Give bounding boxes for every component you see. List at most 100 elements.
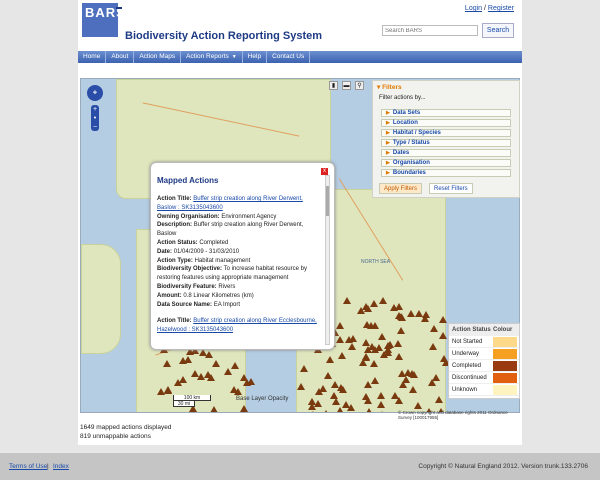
action-marker-icon[interactable] [341, 401, 350, 409]
action-marker-icon[interactable] [366, 410, 375, 412]
action-marker-icon[interactable] [362, 302, 371, 310]
action-marker-icon[interactable] [330, 392, 339, 399]
magnify-tool-icon[interactable]: ⚲ [355, 81, 364, 90]
action-marker-icon[interactable] [239, 404, 248, 412]
print-tool-icon[interactable]: ▬ [342, 81, 351, 90]
action-marker-icon[interactable] [430, 325, 439, 333]
filters-header[interactable]: ▾ Filters [373, 81, 519, 93]
action-marker-icon[interactable] [326, 356, 335, 364]
zoom-control[interactable]: + • − [91, 105, 99, 131]
nav-about[interactable]: About [106, 51, 135, 63]
action-marker-icon[interactable] [331, 398, 340, 406]
pan-control-icon[interactable]: ✥ [87, 85, 103, 101]
nav-help[interactable]: Help [243, 51, 268, 63]
action-marker-icon[interactable] [321, 410, 330, 412]
reset-filters-button[interactable]: Reset Filters [429, 183, 473, 194]
action-marker-icon[interactable] [330, 381, 339, 389]
filter-habitat-species[interactable]: ▶ Habitat / Species [381, 129, 511, 137]
action-marker-icon[interactable] [178, 375, 187, 383]
action-marker-icon[interactable] [396, 327, 405, 335]
zoom-out-icon[interactable]: − [91, 123, 99, 132]
action-marker-icon[interactable] [377, 410, 386, 412]
action-marker-icon[interactable] [402, 376, 411, 384]
action-marker-icon[interactable] [336, 336, 345, 344]
scrollbar-thumb[interactable] [326, 186, 329, 216]
action-marker-icon[interactable] [370, 376, 379, 384]
bars-logo[interactable]: BARS [82, 3, 125, 37]
action-marker-icon[interactable] [163, 360, 172, 368]
nav-action-maps[interactable]: Action Maps [134, 51, 182, 63]
terms-link[interactable]: Terms of Use [9, 463, 47, 470]
action-marker-icon[interactable] [378, 332, 387, 340]
action-marker-icon[interactable] [395, 352, 404, 360]
action-marker-icon[interactable] [391, 391, 400, 399]
action-marker-icon[interactable] [366, 321, 375, 329]
nav-action-reports[interactable]: Action Reports ▼ [181, 51, 243, 63]
search-input[interactable] [382, 25, 478, 36]
action-marker-icon[interactable] [212, 359, 221, 367]
action-marker-icon[interactable] [361, 352, 370, 360]
filter-organisation[interactable]: ▶ Organisation [381, 159, 511, 167]
action-marker-icon[interactable] [233, 388, 242, 396]
popup-scrollbar[interactable] [325, 175, 330, 345]
action-marker-icon[interactable] [389, 304, 398, 312]
action-marker-icon[interactable] [439, 354, 448, 362]
close-icon[interactable]: x [321, 168, 328, 175]
filter-type-status[interactable]: ▶ Type / Status [381, 139, 511, 147]
action-marker-icon[interactable] [414, 401, 423, 409]
zoom-in-icon[interactable]: + [91, 105, 99, 114]
zoom-slider-icon[interactable]: • [91, 114, 99, 123]
action-marker-icon[interactable] [420, 315, 429, 323]
filter-dates[interactable]: ▶ Dates [381, 149, 511, 157]
action-marker-icon[interactable] [384, 349, 393, 357]
action-marker-icon[interactable] [347, 343, 356, 351]
action-marker-icon[interactable] [231, 361, 240, 369]
action-marker-icon[interactable] [323, 371, 332, 379]
action-marker-icon[interactable] [300, 364, 309, 372]
action-marker-icon[interactable] [314, 400, 323, 408]
action-marker-icon[interactable] [361, 338, 370, 346]
action-marker-icon[interactable] [204, 351, 213, 359]
action-marker-icon[interactable] [435, 395, 444, 403]
action-marker-icon[interactable] [209, 406, 218, 412]
action-marker-icon[interactable] [164, 385, 173, 393]
action-marker-icon[interactable] [337, 351, 346, 359]
filter-boundaries[interactable]: ▶ Boundaries [381, 169, 511, 177]
action-marker-icon[interactable] [385, 340, 394, 348]
action-marker-icon[interactable] [397, 313, 406, 321]
action-marker-icon[interactable] [371, 346, 380, 354]
action-marker-icon[interactable] [344, 336, 353, 344]
apply-filters-button[interactable]: Apply Filters [379, 183, 423, 194]
login-link[interactable]: Login [465, 5, 482, 12]
action-marker-icon[interactable] [403, 369, 412, 377]
index-link[interactable]: Index [53, 463, 69, 470]
action-marker-icon[interactable] [314, 387, 323, 395]
action-marker-icon[interactable] [297, 383, 306, 391]
nav-home[interactable]: Home [78, 51, 107, 63]
action-marker-icon[interactable] [439, 332, 448, 340]
action-marker-icon[interactable] [335, 321, 344, 329]
action-marker-icon[interactable] [364, 396, 373, 404]
filter-location[interactable]: ▶ Location [381, 119, 511, 127]
nav-contact-us[interactable]: Contact Us [267, 51, 311, 63]
action-marker-icon[interactable] [376, 400, 385, 408]
action-marker-icon[interactable] [358, 358, 367, 366]
action-marker-icon[interactable] [379, 296, 388, 304]
action-marker-icon[interactable] [370, 300, 379, 308]
base-layer-opacity[interactable]: Base Layer Opacity [236, 396, 288, 402]
chart-tool-icon[interactable]: ▮ [329, 81, 338, 90]
action-marker-icon[interactable] [203, 371, 212, 379]
action-marker-icon[interactable] [408, 386, 417, 394]
action-marker-icon[interactable] [343, 296, 352, 304]
search-button[interactable]: Search [482, 23, 514, 38]
action-marker-icon[interactable] [247, 377, 256, 385]
action-marker-icon[interactable] [376, 392, 385, 400]
filter-data-sets[interactable]: ▶ Data Sets [381, 109, 511, 117]
action-marker-icon[interactable] [439, 316, 448, 324]
action-marker-icon[interactable] [428, 379, 437, 387]
action-marker-icon[interactable] [428, 343, 437, 351]
action-marker-icon[interactable] [393, 340, 402, 348]
action-marker-icon[interactable] [309, 410, 318, 412]
action-marker-icon[interactable] [224, 368, 233, 376]
register-link[interactable]: Register [488, 5, 514, 12]
